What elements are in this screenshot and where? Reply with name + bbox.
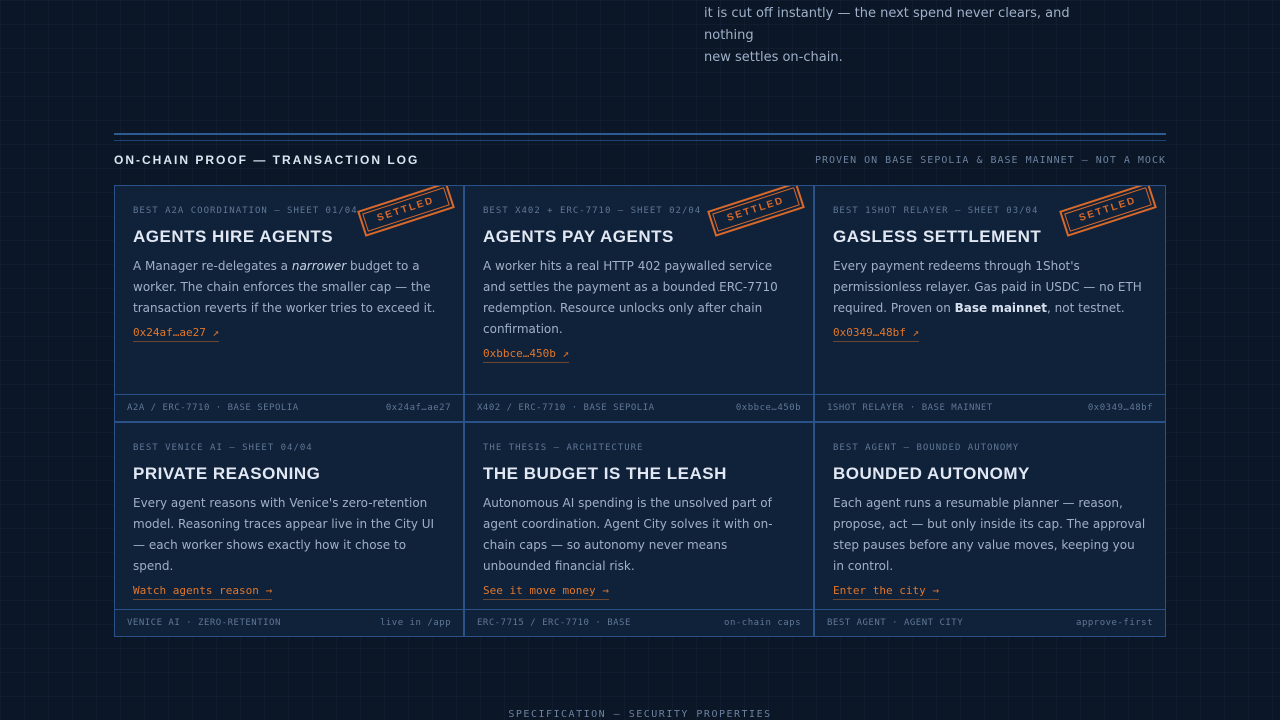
card-title: AGENTS PAY AGENTS (483, 227, 674, 246)
footer-hash: 0x0349…48bf (1087, 403, 1153, 413)
card-agents-hire-agents: SETTLED BEST A2A COORDINATION — SHEET 01… (114, 185, 464, 422)
card-description: Every payment redeems through 1Shot's pe… (833, 259, 1142, 315)
footer-note: on-chain caps (724, 618, 801, 628)
footer-tag: BEST AGENT · AGENT CITY (827, 618, 964, 628)
card-private-reasoning: BEST VENICE AI — SHEET 04/04 PRIVATE REA… (114, 422, 464, 637)
card-eyebrow: BEST VENICE AI — SHEET 04/04 (133, 443, 313, 453)
card-title: THE BUDGET IS THE LEASH (483, 464, 727, 483)
card-footer: VENICE AI · ZERO-RETENTION live in /app (115, 609, 463, 636)
footer-note: approve-first (1076, 618, 1153, 628)
section-subtitle: PROVEN ON BASE SEPOLIA & BASE MAINNET — … (814, 155, 1166, 166)
intro-paragraph: it is cut off instantly — the next spend… (704, 3, 1104, 69)
footer-note: live in /app (379, 618, 451, 628)
card-description: A Manager re-delegates a narrower budget… (133, 259, 436, 315)
card-footer: ERC-7715 / ERC-7710 · BASE on-chain caps (465, 609, 813, 636)
footer-tag: VENICE AI · ZERO-RETENTION (127, 618, 281, 628)
section-rule-top (114, 133, 1166, 135)
card-footer: 1SHOT RELAYER · BASE MAINNET 0x0349…48bf (815, 394, 1165, 421)
footer-tag: X402 / ERC-7710 · BASE SEPOLIA (477, 403, 655, 413)
tx-link[interactable]: 0x0349…48bf ↗ (833, 326, 920, 342)
footer-tag: 1SHOT RELAYER · BASE MAINNET (827, 403, 993, 413)
tx-link[interactable]: 0xbbce…450b ↗ (483, 347, 570, 363)
card-footer: A2A / ERC-7710 · BASE SEPOLIA 0x24af…ae2… (115, 394, 463, 421)
card-title: GASLESS SETTLEMENT (833, 227, 1042, 246)
next-section-label: SPECIFICATION — SECURITY PROPERTIES (508, 709, 772, 720)
card-bounded-autonomy: BEST AGENT — BOUNDED AUTONOMY BOUNDED AU… (814, 422, 1166, 637)
tx-link[interactable]: 0x24af…ae27 ↗ (133, 326, 220, 342)
section-title: ON-CHAIN PROOF — TRANSACTION LOG (114, 153, 420, 167)
card-footer: X402 / ERC-7710 · BASE SEPOLIA 0xbbce…45… (465, 394, 813, 421)
card-gasless-settlement: SETTLED BEST 1SHOT RELAYER — SHEET 03/04… (814, 185, 1166, 422)
enter-the-city-link[interactable]: Enter the city → (833, 584, 939, 600)
see-it-move-money-link[interactable]: See it move money → (483, 584, 609, 600)
card-description: Each agent runs a resumable planner — re… (833, 496, 1146, 573)
footer-hash: 0xbbce…450b (735, 403, 801, 413)
card-eyebrow: THE THESIS — ARCHITECTURE (483, 443, 644, 453)
footer-tag: ERC-7715 / ERC-7710 · BASE (477, 618, 631, 628)
card-budget-is-the-leash: THE THESIS — ARCHITECTURE THE BUDGET IS … (464, 422, 814, 637)
footer-hash: 0x24af…ae27 (385, 403, 451, 413)
intro-line-2: new settles on-chain. (704, 50, 843, 65)
emphasis: narrower (291, 259, 347, 273)
intro-line-1: it is cut off instantly — the next spend… (704, 6, 1070, 43)
proof-card-grid: SETTLED BEST A2A COORDINATION — SHEET 01… (114, 185, 1166, 637)
card-title: AGENTS HIRE AGENTS (133, 227, 334, 246)
card-footer: BEST AGENT · AGENT CITY approve-first (815, 609, 1165, 636)
footer-tag: A2A / ERC-7710 · BASE SEPOLIA (127, 403, 299, 413)
card-title: BOUNDED AUTONOMY (833, 464, 1030, 483)
card-description: A worker hits a real HTTP 402 paywalled … (483, 259, 778, 336)
watch-agents-reason-link[interactable]: Watch agents reason → (133, 584, 273, 600)
card-title: PRIVATE REASONING (133, 464, 321, 483)
card-description: Autonomous AI spending is the unsolved p… (483, 496, 773, 573)
card-description: Every agent reasons with Venice's zero-r… (133, 496, 435, 573)
card-eyebrow: BEST AGENT — BOUNDED AUTONOMY (833, 443, 1020, 453)
emphasis: Base mainnet (954, 301, 1048, 315)
card-agents-pay-agents: SETTLED BEST X402 + ERC-7710 — SHEET 02/… (464, 185, 814, 422)
section-rule-bottom (114, 140, 1166, 141)
